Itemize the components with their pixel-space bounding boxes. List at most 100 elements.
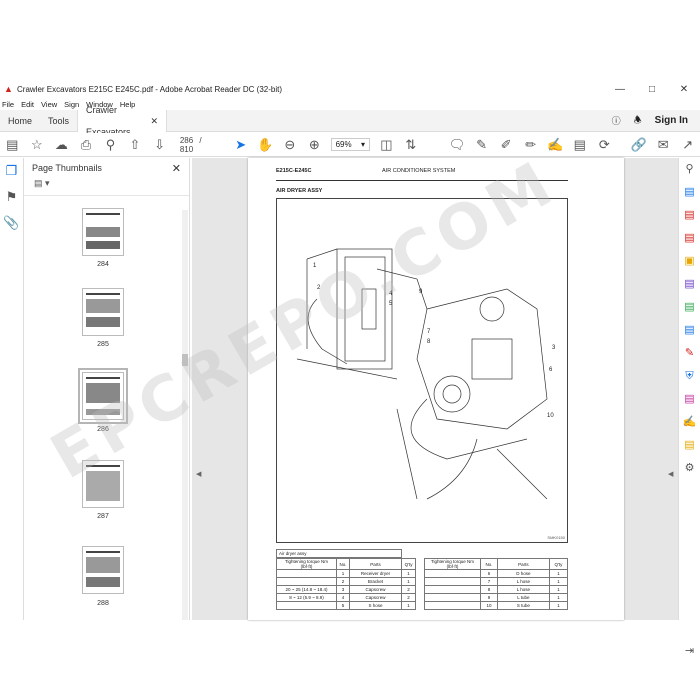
notifications-bell-icon[interactable]: 🕭: [634, 113, 642, 129]
scroll-mode-icon[interactable]: ⇅: [399, 137, 424, 153]
thumbnail-page-288[interactable]: [82, 546, 124, 594]
tab-tools[interactable]: Tools: [40, 110, 77, 132]
maximize-icon[interactable]: □: [636, 84, 668, 95]
menu-edit[interactable]: Edit: [21, 100, 34, 109]
zoom-out-icon[interactable]: ⊖: [278, 137, 303, 153]
cell-no: 5: [335, 601, 351, 610]
close-window-icon[interactable]: ✕: [668, 84, 700, 95]
sign-pen-icon[interactable]: ✍: [679, 411, 700, 434]
export-pdf-icon[interactable]: ▤: [679, 181, 700, 204]
collapse-left-panel-icon[interactable]: ◀: [196, 470, 201, 478]
print-icon[interactable]: ⎙: [74, 137, 99, 153]
zoom-in-icon[interactable]: ⊕: [302, 137, 327, 153]
share-link-icon[interactable]: 🔗: [626, 137, 651, 153]
edit-pdf-icon[interactable]: ▤: [679, 227, 700, 250]
menu-sign[interactable]: Sign: [64, 100, 79, 109]
cell-torque: [276, 601, 337, 610]
attachments-paperclip-icon[interactable]: 📎: [0, 210, 23, 236]
create-pdf-tool-icon[interactable]: ▤: [679, 204, 700, 227]
page-down-icon[interactable]: ⇩: [147, 137, 172, 153]
thumbnails-panel-title: Page Thumbnails: [32, 163, 102, 173]
compress-pdf-icon[interactable]: ▤: [679, 319, 700, 342]
hand-tool-icon[interactable]: ✋: [253, 137, 278, 153]
collapse-tools-icon[interactable]: ⇥: [679, 640, 700, 663]
callout-1: 1: [313, 263, 317, 269]
callout-4: 4: [389, 291, 393, 297]
cell-torque: [276, 569, 337, 578]
zoom-select[interactable]: 69% ▾: [330, 138, 371, 151]
email-icon[interactable]: ✉: [651, 137, 676, 153]
page-fit-icon[interactable]: ◫: [374, 137, 399, 153]
share-icon[interactable]: ↗: [675, 137, 700, 153]
cell-no: 7: [480, 577, 498, 586]
send-for-signature-icon[interactable]: ▤: [679, 434, 700, 457]
cell-torque: [424, 569, 481, 578]
table-header-row: Tightening torque Nm (lbf·ft) No. Parts …: [276, 558, 416, 570]
help-icon[interactable]: ⓘ: [612, 114, 621, 127]
page-indicator[interactable]: 286 / 810: [178, 136, 223, 154]
more-tools-wrench-icon[interactable]: ⚙: [679, 457, 700, 480]
more-tools-icon[interactable]: ▤: [567, 137, 592, 153]
document-viewport[interactable]: E215C-E245C AIR CONDITIONER SYSTEM AIR D…: [192, 158, 680, 620]
expand-right-panel-icon[interactable]: ◀: [668, 470, 673, 478]
window-title: Crawler Excavators E215C E245C.pdf - Ado…: [17, 84, 283, 94]
page-thumbnails-icon[interactable]: ❐: [0, 158, 23, 184]
menu-view[interactable]: View: [41, 100, 57, 109]
cell-no: 10: [480, 601, 498, 610]
redact-icon[interactable]: ✎: [679, 342, 700, 365]
table-row: 8 ~ 12 (5.9 ~ 8.9) 4 Capscrew 2: [276, 593, 416, 602]
protect-shield-icon[interactable]: ⛨: [679, 365, 700, 388]
exploded-diagram: 1 2 3 4 5 6 7 8 9 10 SMK0150: [276, 198, 568, 543]
scrollbar-thumb[interactable]: [182, 354, 188, 366]
upload-cloud-icon[interactable]: ☁: [49, 137, 74, 153]
thumbnail-page-287[interactable]: [82, 460, 124, 508]
current-page[interactable]: 286: [180, 136, 193, 145]
cell-no: 8: [480, 585, 498, 594]
cell-qty: 1: [548, 585, 569, 594]
cell-part: L tube: [496, 593, 550, 602]
close-tab-icon[interactable]: ✕: [150, 110, 158, 132]
comment-icon[interactable]: 🗨: [445, 137, 470, 153]
page-up-icon[interactable]: ⇧: [123, 137, 148, 153]
close-panel-icon[interactable]: ✕: [172, 162, 181, 175]
fill-form-icon[interactable]: ▤: [679, 388, 700, 411]
tab-home[interactable]: Home: [0, 110, 40, 132]
select-cursor-icon[interactable]: ➤: [228, 137, 253, 153]
thumbnail-page-285[interactable]: [82, 288, 124, 336]
minimize-icon[interactable]: —: [604, 84, 636, 95]
zoom-search-icon[interactable]: ⚲: [98, 137, 123, 153]
combine-files-icon[interactable]: ▤: [679, 273, 700, 296]
search-icon[interactable]: ⚲: [679, 158, 700, 181]
cell-part: S hose: [349, 601, 403, 610]
bookmark-star-icon[interactable]: ☆: [25, 137, 50, 153]
callout-2: 2: [317, 285, 321, 291]
fill-sign-icon[interactable]: ✍: [543, 137, 568, 153]
thumbnails-scrollbar[interactable]: [182, 210, 188, 620]
menu-file[interactable]: File: [2, 100, 14, 109]
cell-no: 1: [335, 569, 351, 578]
sign-in-button[interactable]: Sign In: [655, 115, 688, 126]
highlight-pen-icon[interactable]: ✎: [469, 137, 494, 153]
cell-qty: 2: [401, 585, 416, 594]
cell-torque: [276, 577, 337, 586]
table-header-row: Tightening torque Nm (lbf·ft) No. Parts …: [424, 558, 569, 570]
thumbnail-page-286[interactable]: [78, 368, 128, 424]
callout-7: 7: [427, 329, 431, 335]
cell-no: 4: [335, 593, 351, 602]
tab-document[interactable]: Crawler Excavators ... ✕: [77, 105, 168, 137]
bookmarks-icon[interactable]: ⚑: [0, 184, 23, 210]
cell-part: L hose: [496, 585, 550, 594]
col-no: No.: [335, 558, 351, 570]
create-pdf-icon[interactable]: ▤: [0, 137, 25, 153]
table-row: 5S hose 1: [276, 601, 416, 610]
cell-part: Capscrew: [349, 585, 403, 594]
rotate-icon[interactable]: ⟳: [592, 137, 617, 153]
draw-icon[interactable]: ✐: [494, 137, 519, 153]
thumbnails-panel: Page Thumbnails ✕ ▤ ▾ 284 285 286 287 28…: [24, 158, 190, 620]
thumbnail-options-button[interactable]: ▤ ▾: [24, 178, 189, 196]
pencil-icon[interactable]: ✏: [518, 137, 543, 153]
comment-tool-icon[interactable]: ▣: [679, 250, 700, 273]
acrobat-window: ▲ Crawler Excavators E215C E245C.pdf - A…: [0, 80, 700, 657]
organize-pages-icon[interactable]: ▤: [679, 296, 700, 319]
thumbnail-page-284[interactable]: [82, 208, 124, 256]
